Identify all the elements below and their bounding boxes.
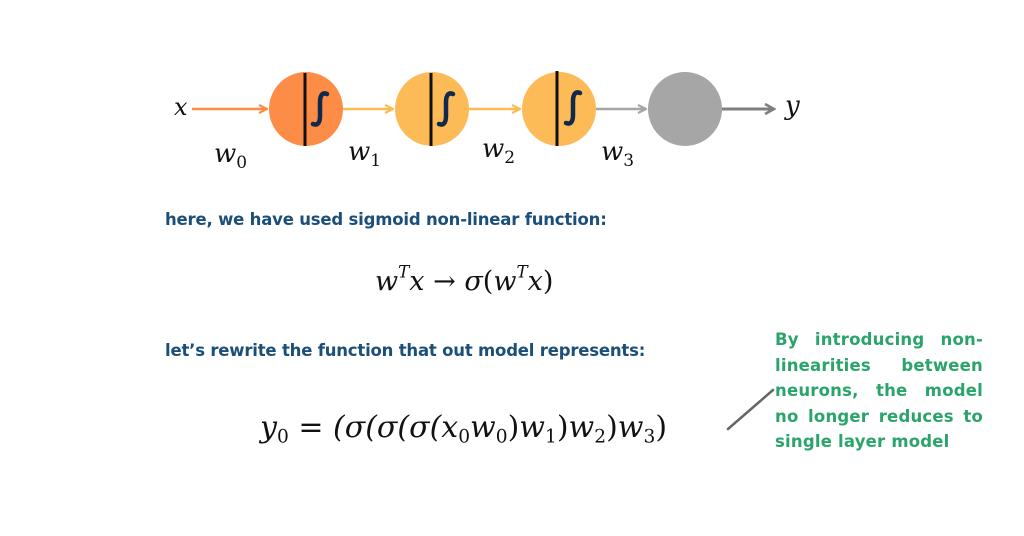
annotation-note: By introducing non- linearities between … bbox=[775, 327, 983, 455]
sigmoid-equation: wTx → σ(wTx) bbox=[375, 263, 554, 297]
neuron-2 bbox=[395, 72, 469, 146]
eq-term: 0 bbox=[458, 426, 471, 448]
neuron-3-body bbox=[522, 72, 596, 146]
eq-term: = bbox=[288, 410, 334, 445]
eq-term: w bbox=[519, 410, 545, 445]
eq-term: w bbox=[617, 410, 644, 445]
eq-term: w bbox=[375, 266, 399, 297]
note-pointer-line bbox=[726, 388, 775, 431]
note-line: single layer model bbox=[775, 432, 950, 451]
eq-term: ) bbox=[556, 410, 569, 445]
output-label: y bbox=[784, 91, 800, 121]
output-neuron bbox=[648, 72, 722, 146]
eq-term: w bbox=[568, 410, 595, 445]
eq-term: 0 bbox=[276, 426, 289, 448]
eq-term: 3 bbox=[643, 426, 656, 448]
neuron-3 bbox=[522, 71, 596, 146]
eq-term: x bbox=[409, 266, 425, 297]
eq-term: x bbox=[527, 266, 543, 297]
eq-term: ) bbox=[507, 410, 520, 445]
eq-term: T bbox=[516, 261, 528, 282]
weight-label-w2: w2 bbox=[482, 134, 515, 168]
eq-term: T bbox=[398, 261, 410, 282]
eq-term: y bbox=[260, 410, 277, 445]
neuron-1 bbox=[269, 72, 343, 146]
input-label: x bbox=[174, 93, 188, 121]
eq-term: x bbox=[441, 410, 459, 445]
eq-term: w bbox=[493, 266, 517, 297]
eq-term: ( bbox=[482, 266, 494, 297]
note-line: neurons, the model bbox=[775, 381, 983, 400]
note-line: no longer reduces to bbox=[775, 406, 983, 426]
note-line: linearities between bbox=[775, 355, 983, 375]
eq-term: 2 bbox=[594, 426, 607, 448]
eq-term: ) bbox=[606, 410, 618, 445]
eq-term: σ bbox=[464, 266, 483, 297]
eq-term: 1 bbox=[544, 426, 557, 448]
weight-label-w1: w1 bbox=[348, 137, 381, 171]
eq-term: 0 bbox=[495, 426, 508, 448]
eq-term: ) bbox=[542, 266, 554, 297]
weight-label-w0: w0 bbox=[214, 139, 247, 173]
eq-term: w bbox=[470, 410, 496, 445]
model-equation: y0 = (σ(σ(σ(x0w0)w1)w2)w3) bbox=[260, 410, 668, 448]
note-line: By introducing non- bbox=[775, 330, 983, 349]
rewrite-caption: let’s rewrite the function that out mode… bbox=[165, 341, 646, 360]
eq-term: ) bbox=[655, 410, 668, 445]
sigmoid-caption: here, we have used sigmoid non-linear fu… bbox=[165, 210, 607, 229]
weight-label-w3: w3 bbox=[601, 137, 634, 171]
eq-term: (σ(σ(σ( bbox=[333, 410, 442, 445]
eq-arrow: → bbox=[433, 266, 456, 297]
